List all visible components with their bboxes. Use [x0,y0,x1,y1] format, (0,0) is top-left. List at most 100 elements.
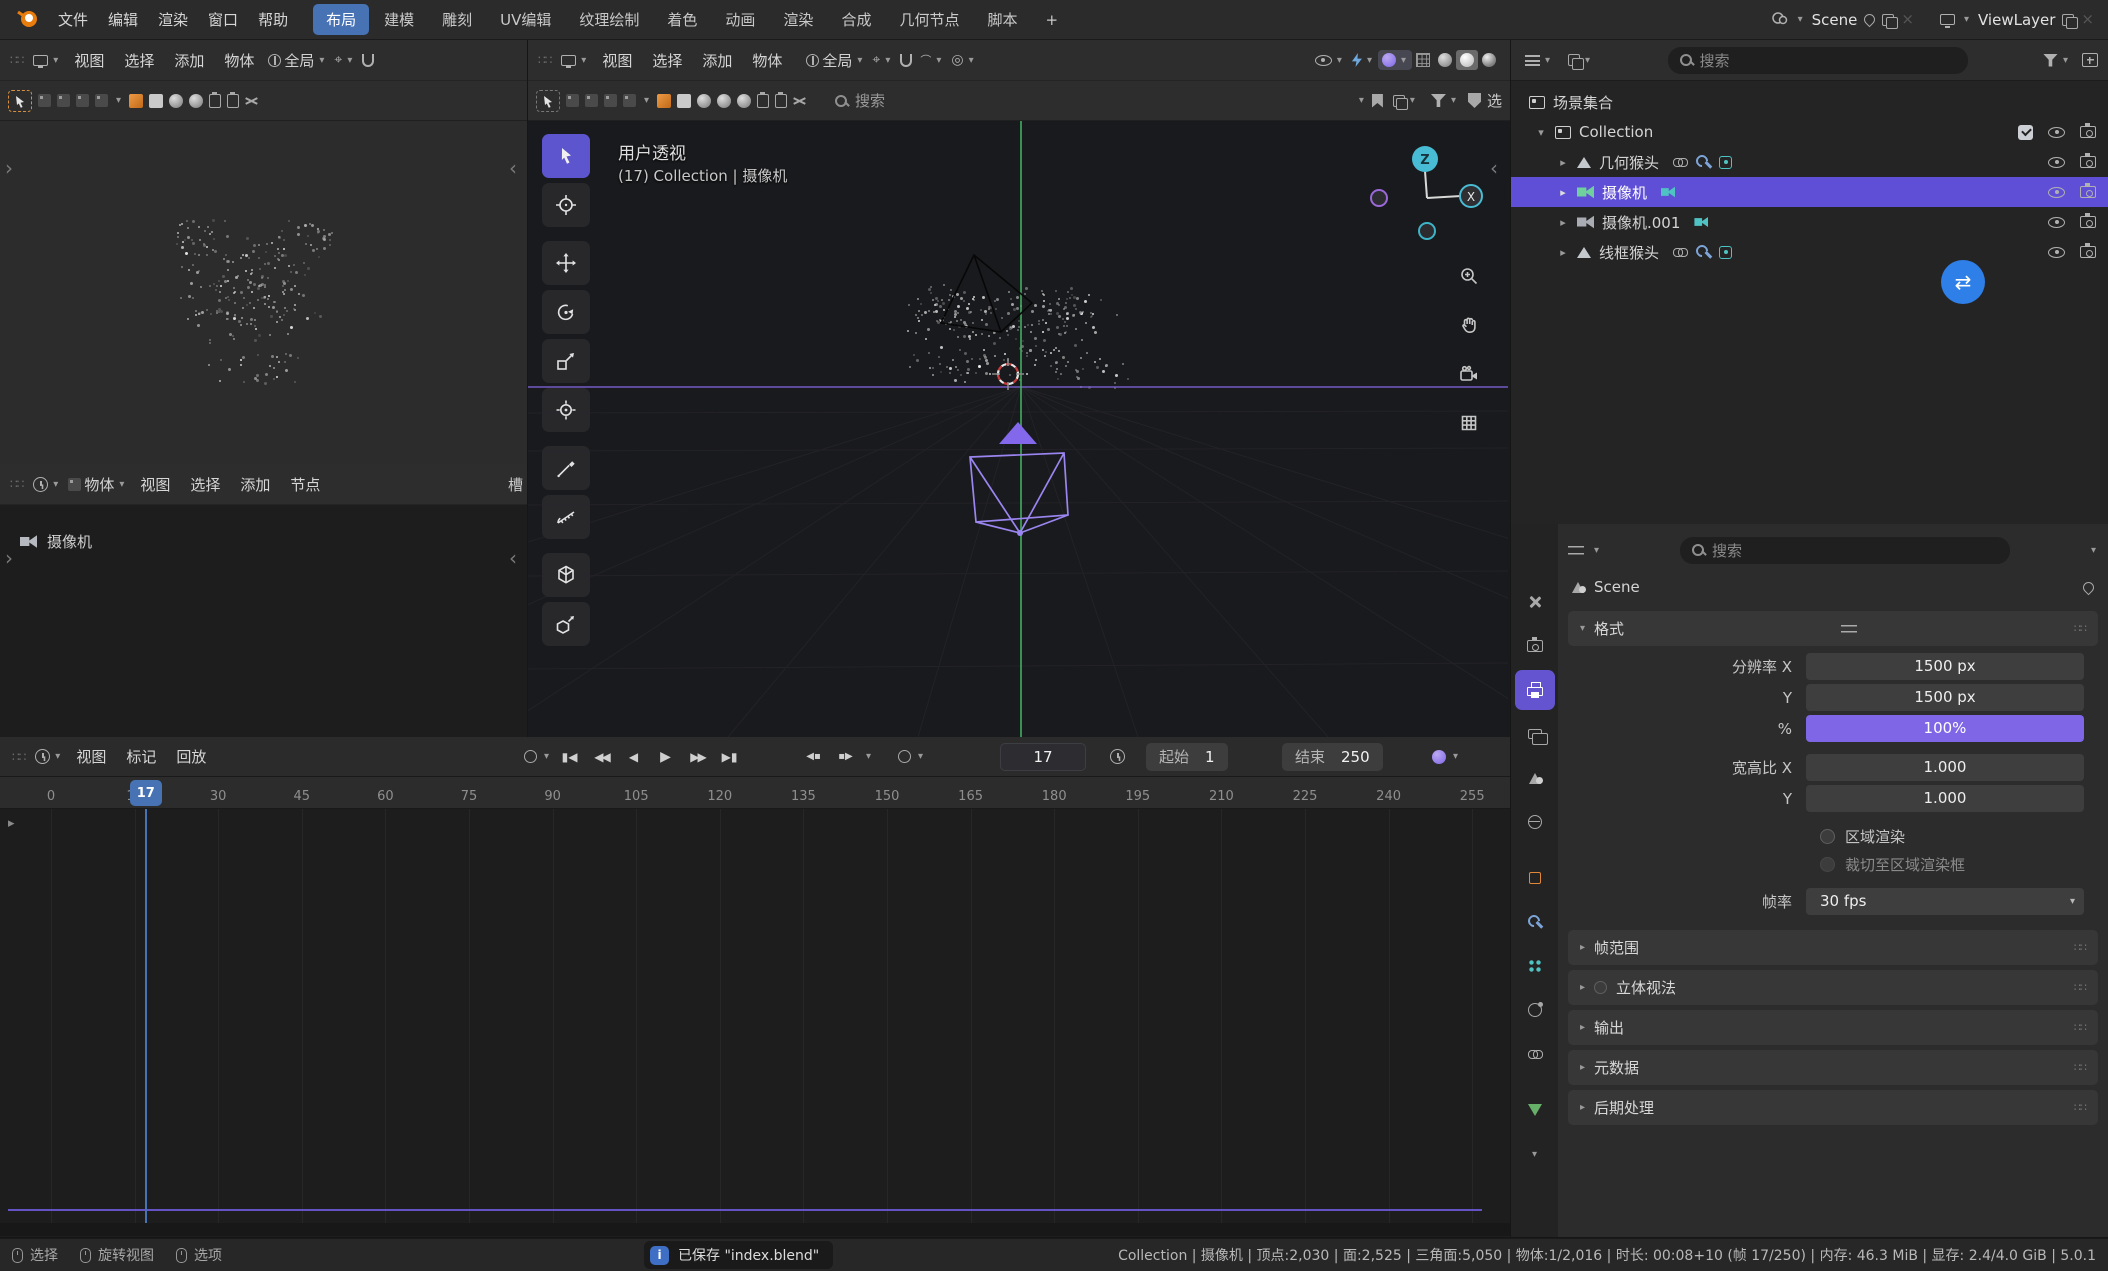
clipboard-2-icon[interactable] [775,94,787,108]
menu-render[interactable]: 渲染 [148,9,198,30]
editor-type-button[interactable] [557,52,592,69]
resolution-percent-slider[interactable]: 100% [1806,715,2084,742]
scene-browse-dropdown[interactable] [1798,14,1803,25]
timeline-ruler[interactable]: 0153045607590105120135150165180195210225… [0,777,1510,809]
workspace-tab-animation[interactable]: 动画 [712,4,768,35]
workspace-tab-sculpting[interactable]: 雕刻 [429,4,485,35]
render-camera-icon[interactable] [2080,186,2096,198]
select-mode-4-icon[interactable] [623,94,636,107]
viewport-canvas[interactable]: Z X 用户透视 (17) Collection | 摄像机 [528,121,1510,737]
play-button[interactable]: ▶ [652,744,679,770]
snapping-dropdown[interactable]: ⌒ [916,52,947,69]
hide-eye-icon[interactable] [2048,127,2065,138]
select-mode-1-icon[interactable] [38,94,51,107]
editor-type-button[interactable] [29,474,64,495]
shading-sphere-1-icon[interactable] [697,94,711,108]
node-tree-item[interactable]: 摄像机 [0,505,527,552]
playhead-frame-badge[interactable]: 17 [130,780,162,806]
transform-orientation-dropdown[interactable]: 全局 [802,47,868,74]
hide-eye-icon[interactable] [2048,247,2065,258]
lv-active-tool-icon[interactable] [8,90,32,112]
frame-rate-dropdown[interactable]: 30 fps [1806,888,2084,915]
viewlayer-browse-dropdown[interactable] [1964,14,1969,25]
properties-options-dropdown[interactable] [2091,545,2096,556]
active-tool-icon[interactable] [536,90,560,112]
workspace-tab-rendering[interactable]: 渲染 [770,4,826,35]
workspace-tab-modeling[interactable]: 建模 [371,4,427,35]
secondary-viewport-canvas[interactable] [0,121,527,464]
editor-grip[interactable] [538,53,551,67]
expand-icon[interactable]: ▸ [1557,156,1569,169]
jump-to-end-button[interactable]: ▶▮ [716,744,743,770]
hide-eye-icon[interactable] [2048,187,2065,198]
shading-wireframe-button[interactable] [1412,50,1434,70]
viewport-display-icon[interactable] [677,94,691,108]
viewlayer-name[interactable]: ViewLayer [1978,11,2055,29]
tab-object[interactable] [1515,858,1555,898]
render-camera-icon[interactable] [2080,246,2096,258]
vp-menu-add[interactable]: 添加 [692,50,742,71]
hide-eye-icon[interactable] [2048,157,2065,168]
playhead-line[interactable] [145,809,147,1223]
tool-select-box[interactable] [542,134,590,178]
shading-rendered-button[interactable] [1478,50,1500,70]
editor-grip[interactable] [12,750,25,764]
outliner-row-wire-monkey[interactable]: ▸ 线框猴头 [1511,237,2108,267]
viewport-display-icon[interactable] [149,94,163,108]
outliner-row-geo-monkey[interactable]: ▸ 几何猴头 [1511,147,2108,177]
tool-cursor[interactable] [542,183,590,227]
workspace-tab-layout[interactable]: 布局 [313,4,369,35]
shading-sphere-2-icon[interactable] [717,94,731,108]
properties-search-input[interactable]: 搜索 [1680,537,2010,564]
tool-transform[interactable] [542,388,590,432]
section-grip-icon[interactable] [2074,622,2086,635]
scissors-icon[interactable] [793,95,807,107]
menu-edit[interactable]: 编辑 [98,9,148,30]
expand-icon[interactable]: ▸ [1557,246,1569,259]
select-mode-2-icon[interactable] [585,94,598,107]
add-workspace-button[interactable]: + [1032,6,1071,34]
header-extra-dropdown[interactable] [1359,95,1364,106]
next-keyframe-button[interactable]: ▶▶ [684,744,711,770]
tab-tool[interactable] [1515,582,1555,622]
render-camera-icon[interactable] [2080,156,2096,168]
region-collapse-icon[interactable]: ‹ [509,548,517,568]
workspace-tab-shading[interactable]: 着色 [654,4,710,35]
workspace-tab-scripting[interactable]: 脚本 [974,4,1030,35]
aspect-x-field[interactable]: 1.000 [1806,754,2084,781]
vp-menu-object[interactable]: 物体 [742,50,792,71]
slot-label[interactable]: 槽 [508,474,523,495]
collapse-icon[interactable]: ▾ [1535,126,1547,139]
zoom-button[interactable] [1452,259,1486,293]
crop-to-border-checkbox[interactable] [1820,857,1835,872]
select-mode-2-icon[interactable] [57,94,70,107]
shading-solid-button[interactable] [1434,50,1456,70]
tool-measure[interactable] [542,495,590,539]
ne-menu-add[interactable]: 添加 [230,474,280,495]
current-frame-field[interactable]: 17 [1000,743,1086,771]
ne-menu-select[interactable]: 选择 [180,474,230,495]
channels-expand-icon[interactable]: ▸ [8,817,15,830]
outliner-display-mode-dropdown[interactable] [1521,51,1556,69]
section-format[interactable]: 格式 [1568,611,2098,646]
workspace-tab-compositing[interactable]: 合成 [828,4,884,35]
viewport-search[interactable]: 搜索 [831,87,889,114]
aspect-y-field[interactable]: 1.000 [1806,785,2084,812]
keying-dropdown[interactable] [544,751,549,762]
section-post-processing[interactable]: 后期处理 [1568,1090,2098,1125]
section-grip-icon[interactable] [2074,1101,2086,1114]
resolution-y-field[interactable]: 1500 px [1806,684,2084,711]
stereoscopy-checkbox[interactable] [1594,981,1607,994]
menu-window[interactable]: 窗口 [198,9,248,30]
tl-menu-playback[interactable]: 回放 [166,746,216,767]
shading-sphere-1-icon[interactable] [169,94,183,108]
outliner-filter-mode-dropdown[interactable] [1564,51,1596,69]
object-mode-icon[interactable] [129,94,143,108]
lv-menu-view[interactable]: 视图 [64,50,114,71]
section-grip-icon[interactable] [2074,941,2086,954]
overlay-app-badge-icon[interactable] [1941,260,1985,304]
workspace-tab-geometry-nodes[interactable]: 几何节点 [886,4,972,35]
expand-icon[interactable]: ▸ [1557,186,1569,199]
vp-menu-select[interactable]: 选择 [642,50,692,71]
remove-viewlayer-button[interactable] [2081,12,2094,27]
